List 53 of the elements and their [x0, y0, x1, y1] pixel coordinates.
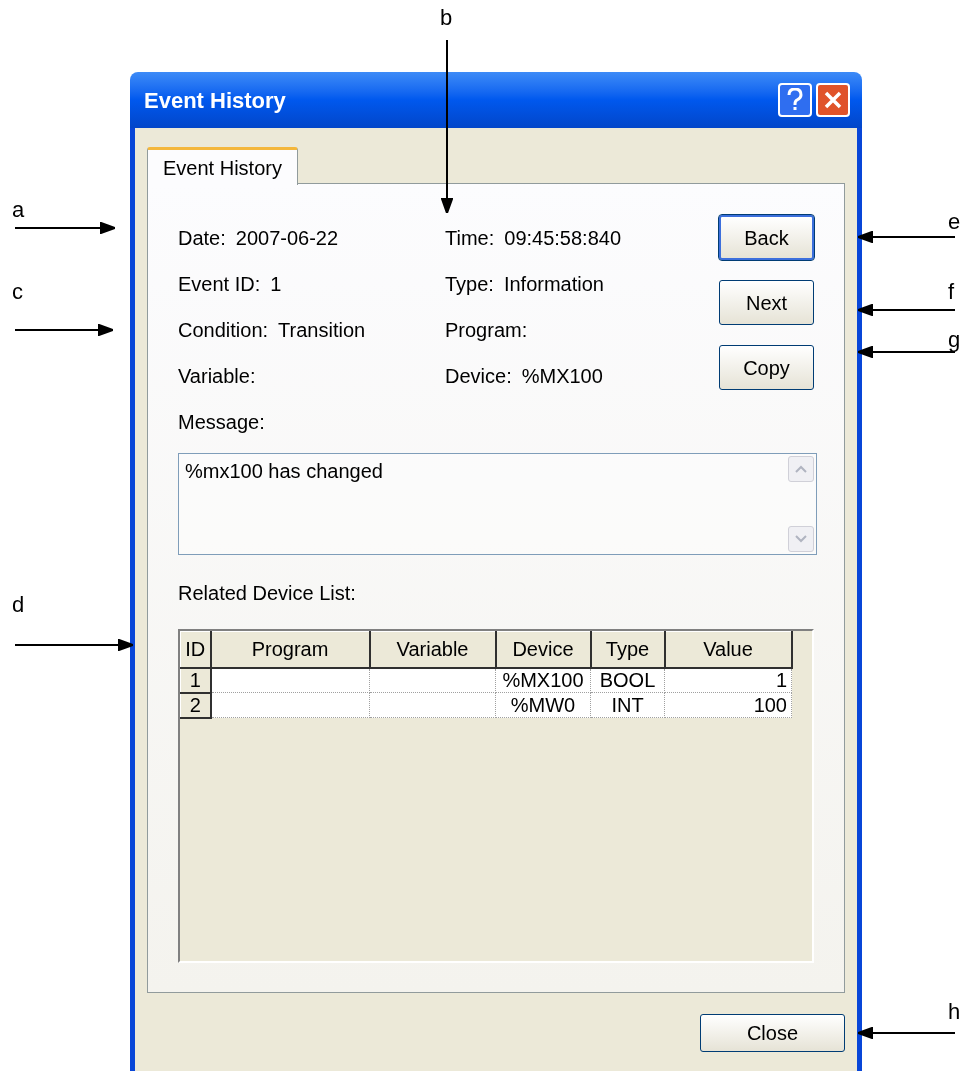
action-button[interactable]: Copy: [719, 345, 814, 390]
action-button[interactable]: Back: [719, 215, 814, 260]
table-cell: 1: [664, 667, 792, 693]
scroll-down-button[interactable]: [788, 526, 814, 552]
table-cell: %MW0: [495, 692, 591, 718]
scrollbar[interactable]: [788, 454, 816, 554]
callout-letter: g: [948, 328, 961, 352]
callout-letter: f: [948, 280, 955, 304]
column-header[interactable]: Program: [210, 631, 370, 668]
callout-letter: b: [440, 6, 453, 30]
related-device-list-label: Related Device List:: [178, 581, 357, 605]
column-header[interactable]: Device: [495, 631, 591, 668]
field-value: Information: [503, 272, 604, 297]
close-button[interactable]: Close: [700, 1014, 845, 1052]
field-value: 2007-06-22: [235, 226, 339, 251]
scroll-up-button[interactable]: [788, 456, 814, 482]
row-header[interactable]: 2: [180, 692, 211, 718]
table-cell: %MX100: [495, 667, 591, 693]
field-label: Variable:: [178, 364, 256, 389]
callout-letter: h: [948, 1000, 961, 1024]
close-icon: [823, 90, 843, 110]
field-value: 1: [270, 272, 282, 297]
column-header[interactable]: ID: [180, 631, 211, 668]
callout-letter: c: [12, 280, 23, 304]
field-label: Program:: [445, 318, 528, 343]
column-header[interactable]: Type: [590, 631, 665, 668]
row-header[interactable]: 1: [180, 667, 211, 693]
action-button[interactable]: Next: [719, 280, 814, 325]
close-button[interactable]: [816, 83, 850, 117]
field-label: Device:: [445, 364, 512, 389]
tab[interactable]: Event History: [147, 147, 298, 185]
callout-letter: d: [12, 593, 25, 617]
field-label: Date:: [178, 226, 226, 251]
callout-letter: a: [12, 198, 25, 222]
field-label: Condition:: [178, 318, 269, 343]
caret-up-icon: [795, 465, 807, 473]
help-button[interactable]: [778, 83, 812, 117]
question-mark-icon: [787, 88, 803, 112]
column-header[interactable]: Value: [664, 631, 792, 668]
window-title: Event History: [144, 86, 286, 115]
field-value: %MX100: [521, 364, 603, 389]
caret-down-icon: [795, 535, 807, 543]
field-value: 09:45:58:840: [504, 226, 622, 251]
field-label: Event ID:: [178, 272, 261, 297]
callout-letter: e: [948, 210, 961, 234]
field-label: Type:: [445, 272, 494, 297]
field-value: Transition: [278, 318, 366, 343]
message-box[interactable]: %mx100 has changed: [178, 453, 817, 555]
message-text: %mx100 has changed: [184, 459, 384, 484]
message-label: Message:: [178, 410, 266, 435]
field-label: Time:: [445, 226, 495, 251]
table-cell: 100: [664, 692, 792, 718]
column-header[interactable]: Variable: [369, 631, 496, 668]
